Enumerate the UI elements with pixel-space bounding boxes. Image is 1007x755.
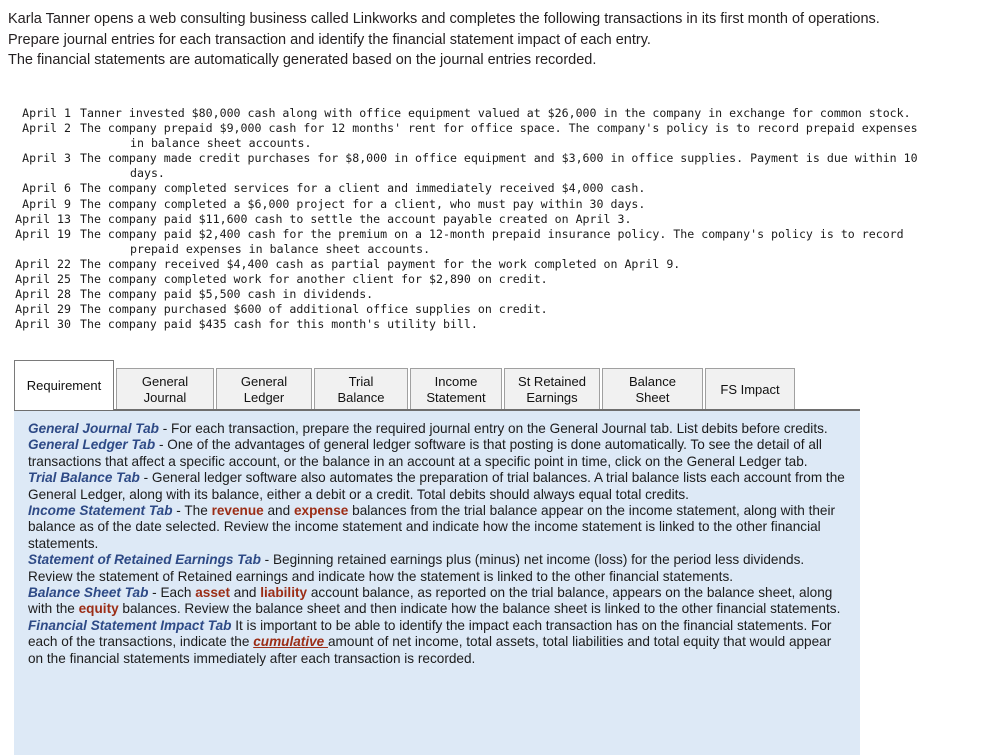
- transactions-list: April 1 Tanner invested $80,000 cash alon…: [14, 106, 974, 332]
- general-ledger-paragraph: General Ledger Tab - One of the advantag…: [28, 437, 848, 470]
- transaction-text-continuation: days.: [130, 166, 165, 181]
- transaction-date: April 1: [22, 106, 71, 120]
- intro-line-1: Karla Tanner opens a web consulting busi…: [8, 11, 880, 27]
- retained-earnings-paragraph: Statement of Retained Earnings Tab - Beg…: [28, 552, 848, 585]
- problem-intro: Karla Tanner opens a web consulting busi…: [8, 9, 958, 71]
- general-journal-paragraph: General Journal Tab - For each transacti…: [28, 421, 848, 437]
- transaction-description: The company completed services for a cli…: [80, 181, 974, 196]
- general-journal-heading: General Journal Tab: [28, 421, 159, 436]
- tab-requirement[interactable]: Requirement: [14, 360, 114, 410]
- transaction-row: April 13 The company paid $11,600 cash to…: [14, 212, 974, 227]
- tab-bar: Requirement General Journal General Ledger…: [14, 360, 797, 410]
- income-statement-body-2: and: [263, 503, 294, 519]
- transaction-date: April 3: [22, 151, 71, 166]
- transaction-date: April 25: [15, 272, 71, 287]
- revenue-term: revenue: [211, 503, 264, 519]
- transaction-text: The company paid $2,400 cash for the pre…: [80, 226, 904, 241]
- transaction-description: The company prepaid $9,000 cash for 12 m…: [80, 121, 974, 151]
- transaction-text: The company paid $5,500 cash in dividend…: [80, 287, 374, 302]
- balance-sheet-body-2: and: [230, 585, 261, 601]
- transaction-text-continuation: prepaid expenses in balance sheet accoun…: [130, 241, 431, 256]
- tab-general-journal[interactable]: General Journal: [116, 368, 214, 410]
- transaction-description: The company paid $2,400 cash for the pre…: [80, 227, 974, 257]
- transaction-description: The company purchased $600 of additional…: [80, 302, 974, 317]
- transaction-description: The company received $4,400 cash as part…: [80, 257, 974, 272]
- transaction-date: April 29: [15, 302, 71, 317]
- transaction-text: The company made credit purchases for $8…: [80, 151, 918, 166]
- trial-balance-body: - General ledger software also automates…: [28, 470, 845, 502]
- balance-sheet-paragraph: Balance Sheet Tab - Each asset and liabi…: [28, 585, 848, 618]
- transaction-text: The company paid $11,600 cash to settle …: [80, 211, 632, 226]
- balance-sheet-body-1: - Each: [148, 585, 196, 601]
- retained-earnings-heading: Statement of Retained Earnings Tab: [28, 552, 261, 568]
- trial-balance-paragraph: Trial Balance Tab - General ledger softw…: [28, 470, 848, 503]
- transaction-row: April 1 Tanner invested $80,000 cash alon…: [14, 106, 974, 121]
- transaction-description: The company made credit purchases for $8…: [80, 151, 974, 181]
- transaction-text: The company completed work for another c…: [80, 272, 548, 287]
- transaction-description: The company paid $5,500 cash in dividend…: [80, 287, 974, 302]
- tab-fs-impact[interactable]: FS Impact: [705, 368, 795, 410]
- income-statement-body-1: - The: [172, 503, 212, 519]
- tab-balance-sheet[interactable]: Balance Sheet: [602, 368, 703, 410]
- fs-impact-paragraph: Financial Statement Impact Tab It is imp…: [28, 618, 848, 667]
- intro-line-3: The financial statements are automatical…: [8, 52, 597, 68]
- transaction-text: The company paid $435 cash for this mont…: [80, 317, 478, 332]
- transaction-description: The company completed work for another c…: [80, 272, 974, 287]
- transaction-row: April 9 The company completed a $6,000 pr…: [14, 197, 974, 212]
- transaction-row: April 3 The company made credit purchases…: [14, 151, 974, 181]
- transaction-date: April 19: [15, 226, 71, 241]
- income-statement-heading: Income Statement Tab: [28, 503, 173, 519]
- transaction-text-continuation: in balance sheet accounts.: [130, 136, 312, 151]
- transaction-row: April 30 The company paid $435 cash for t…: [14, 317, 974, 332]
- transaction-text: The company prepaid $9,000 cash for 12 m…: [80, 121, 918, 136]
- tab-income-statement[interactable]: Income Statement: [410, 368, 502, 410]
- asset-term: asset: [195, 585, 230, 601]
- transaction-description: The company completed a $6,000 project f…: [80, 197, 974, 212]
- transaction-row: April 22 The company received $4,400 cash…: [14, 257, 974, 272]
- transaction-date: April 2: [22, 121, 71, 136]
- transaction-row: April 19 The company paid $2,400 cash for…: [14, 227, 974, 257]
- transaction-date: April 9: [22, 196, 71, 211]
- tab-general-ledger[interactable]: General Ledger: [216, 368, 312, 410]
- intro-line-2: Prepare journal entries for each transac…: [8, 31, 651, 48]
- transaction-text: Tanner invested $80,000 cash along with …: [80, 106, 911, 120]
- general-ledger-heading: General Ledger Tab: [28, 437, 156, 453]
- transaction-row: April 29 The company purchased $600 of ad…: [14, 302, 974, 317]
- balance-sheet-body-4: balances. Review the balance sheet and t…: [118, 601, 841, 617]
- transaction-row: April 2 The company prepaid $9,000 cash f…: [14, 121, 974, 151]
- transaction-text: The company completed a $6,000 project f…: [80, 196, 646, 211]
- tab-trial-balance[interactable]: Trial Balance: [314, 368, 408, 410]
- cumulative-term: cumulative: [253, 634, 328, 650]
- transaction-text: The company completed services for a cli…: [80, 181, 646, 196]
- trial-balance-heading: Trial Balance Tab: [28, 470, 140, 486]
- general-journal-body: - For each transaction, prepare the requ…: [158, 421, 828, 436]
- transaction-row: April 28 The company paid $5,500 cash in …: [14, 287, 974, 302]
- income-statement-paragraph: Income Statement Tab - The revenue and e…: [28, 503, 848, 552]
- transaction-date: April 30: [15, 317, 71, 332]
- transaction-date: April 6: [22, 181, 71, 196]
- expense-term: expense: [293, 503, 349, 519]
- transaction-text: The company purchased $600 of additional…: [80, 302, 548, 317]
- equity-term: equity: [78, 601, 119, 617]
- transaction-description: The company paid $435 cash for this mont…: [80, 317, 974, 332]
- transaction-text: The company received $4,400 cash as part…: [80, 256, 681, 271]
- requirement-panel: General Journal Tab - For each transacti…: [14, 409, 860, 755]
- liability-term: liability: [260, 585, 308, 601]
- transaction-date: April 22: [15, 256, 71, 271]
- transaction-description: The company paid $11,600 cash to settle …: [80, 212, 974, 227]
- balance-sheet-heading: Balance Sheet Tab: [28, 585, 149, 601]
- transaction-row: April 6 The company completed services fo…: [14, 181, 974, 196]
- tab-st-retained-earnings[interactable]: St Retained Earnings: [504, 368, 600, 410]
- worksheet-page: Karla Tanner opens a web consulting busi…: [0, 0, 1007, 755]
- transaction-date: April 13: [15, 211, 71, 226]
- transaction-row: April 25 The company completed work for a…: [14, 272, 974, 287]
- transaction-date: April 28: [15, 287, 71, 302]
- fs-impact-heading: Financial Statement Impact Tab: [28, 617, 232, 633]
- transaction-description: Tanner invested $80,000 cash along with …: [80, 106, 974, 121]
